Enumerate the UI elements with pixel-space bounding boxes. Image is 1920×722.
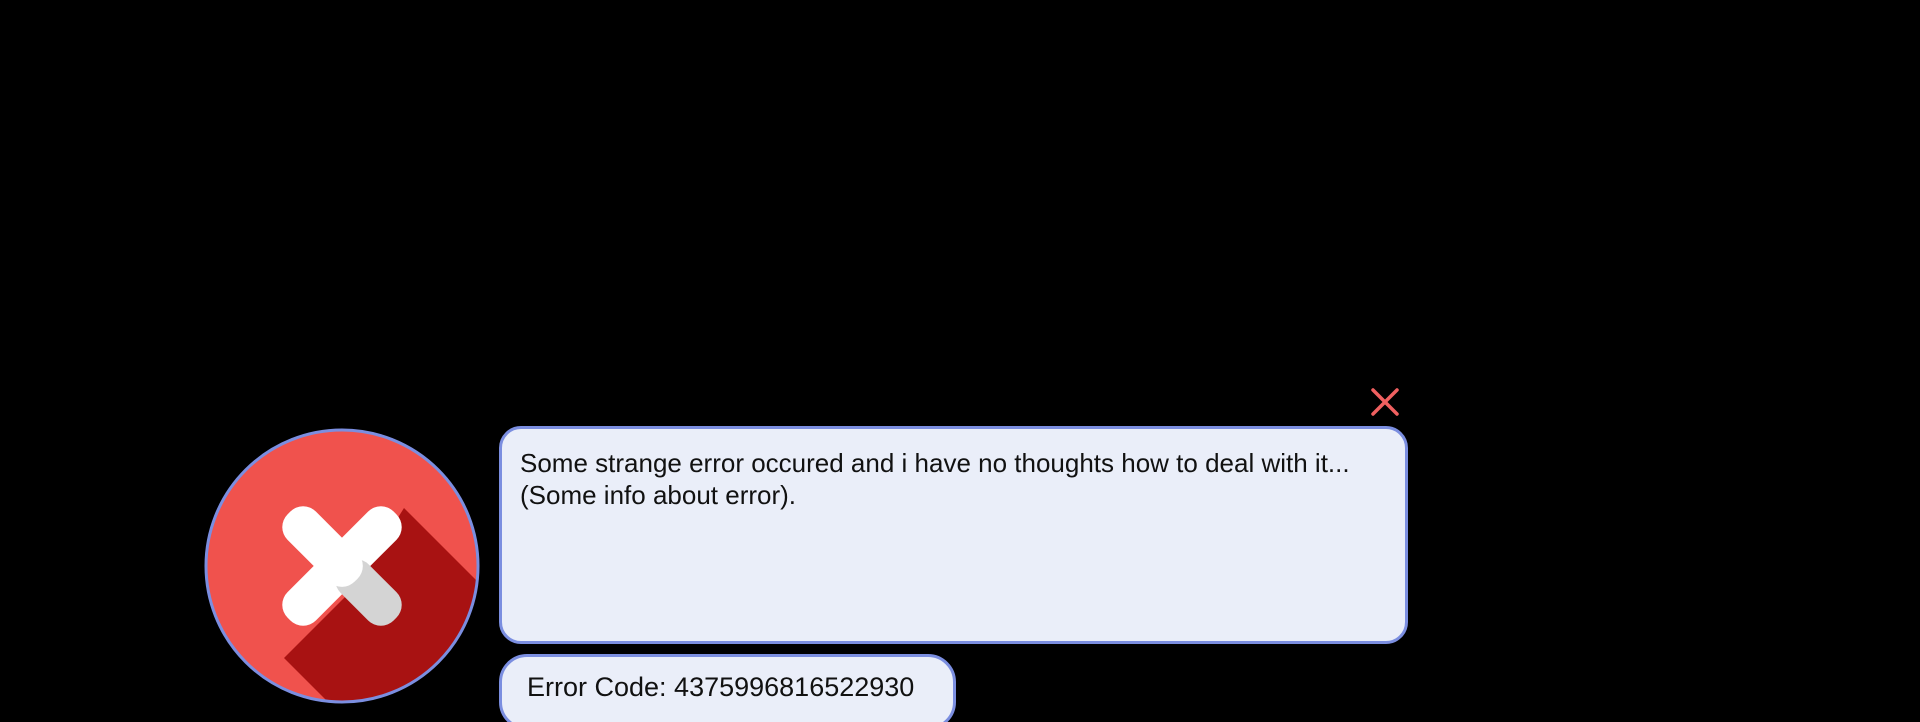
error-details: (Some info about error). <box>520 480 797 510</box>
close-icon[interactable] <box>1369 386 1401 418</box>
error-dialog: Some strange error occured and i have no… <box>0 0 1920 722</box>
error-message-panel: Some strange error occured and i have no… <box>499 426 1408 644</box>
error-x-icon <box>204 428 480 704</box>
error-code-panel: Error Code: 4375996816522930 <box>499 654 956 722</box>
error-code: Error Code: 4375996816522930 <box>527 672 915 702</box>
error-message: Some strange error occured and i have no… <box>520 448 1350 478</box>
